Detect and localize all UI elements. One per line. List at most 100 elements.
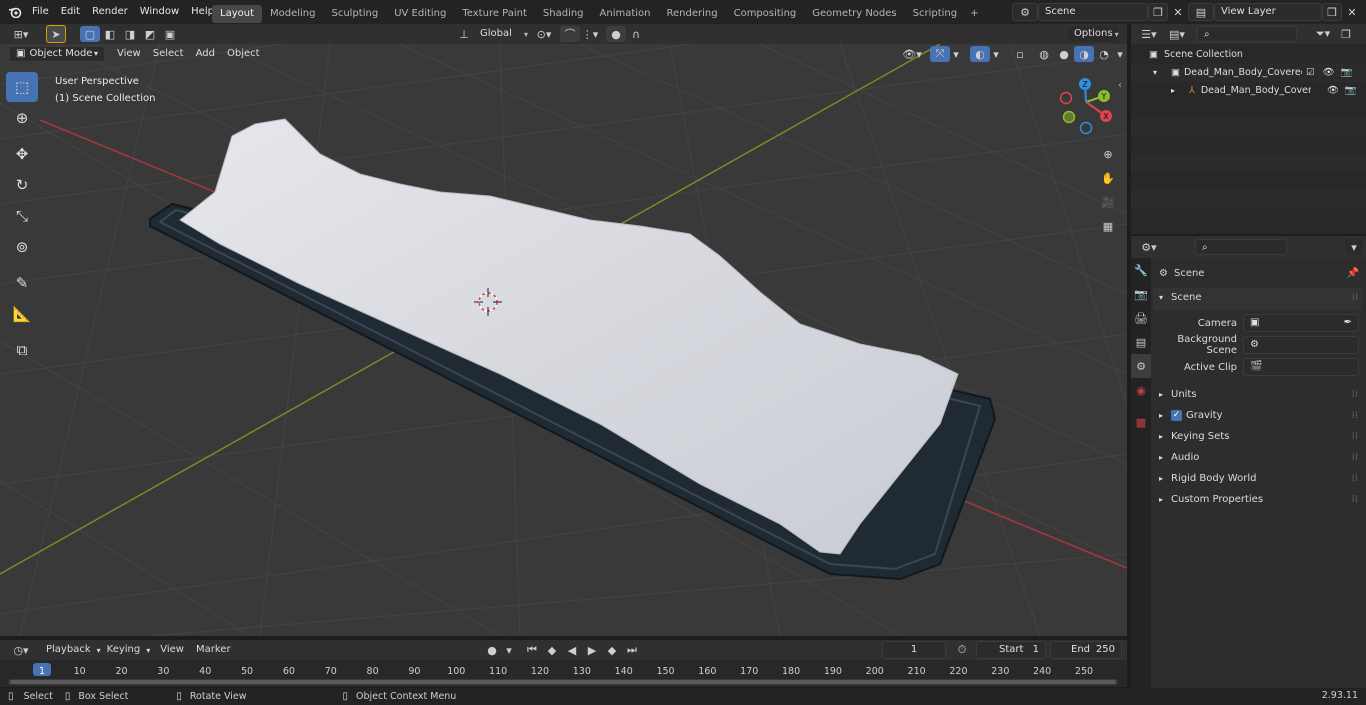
outliner-item[interactable]: ▾ ▣ Dead_Man_Body_Covered_w ☑ 👁 📷	[1131, 64, 1366, 82]
display-mode-icon[interactable]: ▤▾	[1163, 26, 1191, 42]
timeline-scrollbar[interactable]	[8, 679, 1118, 685]
tab-animation[interactable]: Animation	[592, 5, 659, 23]
zoom-icon[interactable]: ⊕	[1098, 142, 1118, 166]
blender-logo-icon[interactable]	[4, 3, 26, 21]
render-tab-icon[interactable]: 📷	[1131, 282, 1151, 306]
panel-gravity[interactable]: ▸ ✓ Gravity ⁞⁞	[1153, 405, 1362, 426]
scene-name-field[interactable]: Scene	[1038, 3, 1148, 21]
menu-window[interactable]: Window	[134, 0, 185, 24]
mode-extend-icon[interactable]: ◧	[100, 26, 120, 42]
keying-dropdown-icon[interactable]: ▾	[502, 642, 516, 658]
new-view-layer-icon[interactable]: ❐	[1322, 3, 1342, 21]
gizmo-dropdown-icon[interactable]: ▾	[950, 46, 962, 62]
menu-edit[interactable]: Edit	[55, 0, 86, 24]
expand-arrow-icon[interactable]: ▸	[1171, 82, 1183, 100]
pivot-point-icon[interactable]: ⊙▾	[534, 26, 554, 42]
menu-select[interactable]: Select	[147, 46, 190, 62]
measure-tool-icon[interactable]: 📐	[6, 299, 38, 329]
output-tab-icon[interactable]: 🖨	[1131, 306, 1151, 330]
mode-subtract-icon[interactable]: ◨	[120, 26, 140, 42]
tab-uv-editing[interactable]: UV Editing	[386, 5, 454, 23]
annotate-tool-icon[interactable]: ✎	[6, 268, 38, 298]
filter-icon[interactable]: ⏷▾	[1309, 26, 1337, 42]
shading-material-icon[interactable]: ◑	[1074, 46, 1094, 62]
tab-compositing[interactable]: Compositing	[726, 5, 805, 23]
mode-new-icon[interactable]: ▢	[80, 26, 100, 42]
timeline-ruler[interactable]: 1 10 20 30 40 50 60 70 80 90 100 110 120 130 140 150 160…	[0, 660, 1127, 687]
gravity-checkbox[interactable]: ✓	[1171, 410, 1182, 421]
navigation-gizmo[interactable]: Y X Z	[1058, 74, 1118, 136]
drag-handle-icon[interactable]: ⁞⁞	[1352, 447, 1358, 468]
outliner-item[interactable]: ▸ ⅄ Dead_Man_Body_Covere 👁 📷	[1131, 82, 1366, 100]
gizmo-neg-x-icon[interactable]	[1059, 91, 1073, 105]
camera-view-icon[interactable]: 🎥	[1098, 190, 1118, 214]
proportional-edit-icon[interactable]: ●	[606, 26, 627, 42]
menu-playback[interactable]: Playback	[40, 642, 97, 658]
menu-object[interactable]: Object	[221, 46, 266, 62]
tab-layout[interactable]: Layout	[212, 4, 262, 23]
shading-rendered-icon[interactable]: ◔	[1094, 46, 1114, 62]
menu-marker[interactable]: Marker	[190, 642, 237, 658]
shading-wireframe-icon[interactable]: ◍	[1034, 46, 1054, 62]
new-scene-icon[interactable]: ❐	[1148, 3, 1168, 21]
add-cube-tool-icon[interactable]: ⧉	[6, 335, 38, 365]
3d-viewport[interactable]: User Perspective (1) Scene Collection Y …	[0, 44, 1127, 636]
properties-search-input[interactable]: ⌕	[1195, 239, 1287, 255]
play-reverse-icon[interactable]: ◀	[562, 642, 582, 658]
snap-icon[interactable]: ⌒	[560, 26, 581, 42]
eye-icon[interactable]: 👁	[1327, 82, 1339, 100]
timeline-editor-type-icon[interactable]: ◷▾	[6, 642, 36, 658]
mode-intersect-icon[interactable]: ▣	[160, 26, 180, 42]
prev-keyframe-icon[interactable]: ◆	[542, 642, 562, 658]
scene-icon[interactable]: ⚙	[1012, 3, 1038, 21]
delete-view-layer-icon[interactable]: ✕	[1342, 3, 1362, 21]
gizmo-toggle-icon[interactable]: ⤧	[930, 46, 950, 62]
menu-render[interactable]: Render	[86, 0, 134, 24]
menu-file[interactable]: File	[26, 0, 55, 24]
menu-keying[interactable]: Keying	[101, 642, 147, 658]
menu-add[interactable]: Add	[190, 46, 221, 62]
options-dropdown[interactable]: Options	[1068, 26, 1119, 42]
covered-body-mesh[interactable]	[179, 118, 959, 555]
end-frame-field[interactable]: End 250	[1050, 641, 1122, 659]
panel-rigid-body-world[interactable]: ▸ Rigid Body World ⁞⁞	[1153, 468, 1362, 489]
panel-keying-sets[interactable]: ▸ Keying Sets ⁞⁞	[1153, 426, 1362, 447]
auto-keying-icon[interactable]: ●	[482, 642, 502, 658]
background-scene-field[interactable]: ⚙	[1243, 336, 1359, 354]
start-frame-field[interactable]: Start 1	[976, 641, 1046, 659]
panel-audio[interactable]: ▸ Audio ⁞⁞	[1153, 447, 1362, 468]
tab-modeling[interactable]: Modeling	[262, 5, 324, 23]
stopwatch-icon[interactable]: ⏱	[952, 641, 972, 659]
rotate-tool-icon[interactable]: ↻	[6, 170, 38, 200]
tab-geometry-nodes[interactable]: Geometry Nodes	[804, 5, 904, 23]
transform-orientation-dropdown[interactable]: Global	[474, 26, 524, 42]
world-tab-icon[interactable]: ◉	[1131, 378, 1151, 402]
delete-scene-icon[interactable]: ✕	[1168, 3, 1188, 21]
snap-target-icon[interactable]: ⋮▾	[580, 26, 600, 42]
view-layer-icon[interactable]: ▤	[1188, 3, 1214, 21]
next-keyframe-icon[interactable]: ◆	[602, 642, 622, 658]
view-layer-tab-icon[interactable]: ▤	[1131, 330, 1151, 354]
texture-tab-icon[interactable]: ▩	[1131, 410, 1151, 434]
overlay-toggle-icon[interactable]: ◐	[970, 46, 990, 62]
drag-handle-icon[interactable]: ⁞⁞	[1352, 468, 1358, 489]
eyedropper-icon[interactable]: ✒	[1344, 315, 1352, 331]
outliner-search-input[interactable]: ⌕	[1197, 26, 1297, 42]
shading-dropdown-icon[interactable]: ▾	[1114, 46, 1126, 62]
properties-options-icon[interactable]: ▾	[1345, 239, 1363, 255]
add-workspace-button[interactable]: +	[965, 5, 983, 23]
checkbox-icon[interactable]: ☑	[1306, 64, 1315, 82]
tab-texture-paint[interactable]: Texture Paint	[454, 5, 535, 23]
scale-tool-icon[interactable]: ⤡	[6, 201, 38, 231]
drag-handle-icon[interactable]: ⁞⁞	[1352, 489, 1358, 510]
tab-scripting[interactable]: Scripting	[905, 5, 965, 23]
drag-handle-icon[interactable]: ⁞⁞	[1352, 405, 1358, 426]
tab-shading[interactable]: Shading	[535, 5, 592, 23]
camera-icon[interactable]: 📷	[1341, 64, 1353, 82]
panel-units[interactable]: ▸ Units ⁞⁞	[1153, 384, 1362, 405]
pin-icon[interactable]: 📌	[1347, 268, 1359, 279]
ortho-grid-icon[interactable]: ▦	[1098, 214, 1118, 238]
new-collection-icon[interactable]: ❐	[1337, 26, 1355, 42]
pan-hand-icon[interactable]: ✋	[1098, 166, 1118, 190]
jump-start-icon[interactable]: ⏮	[522, 642, 542, 658]
